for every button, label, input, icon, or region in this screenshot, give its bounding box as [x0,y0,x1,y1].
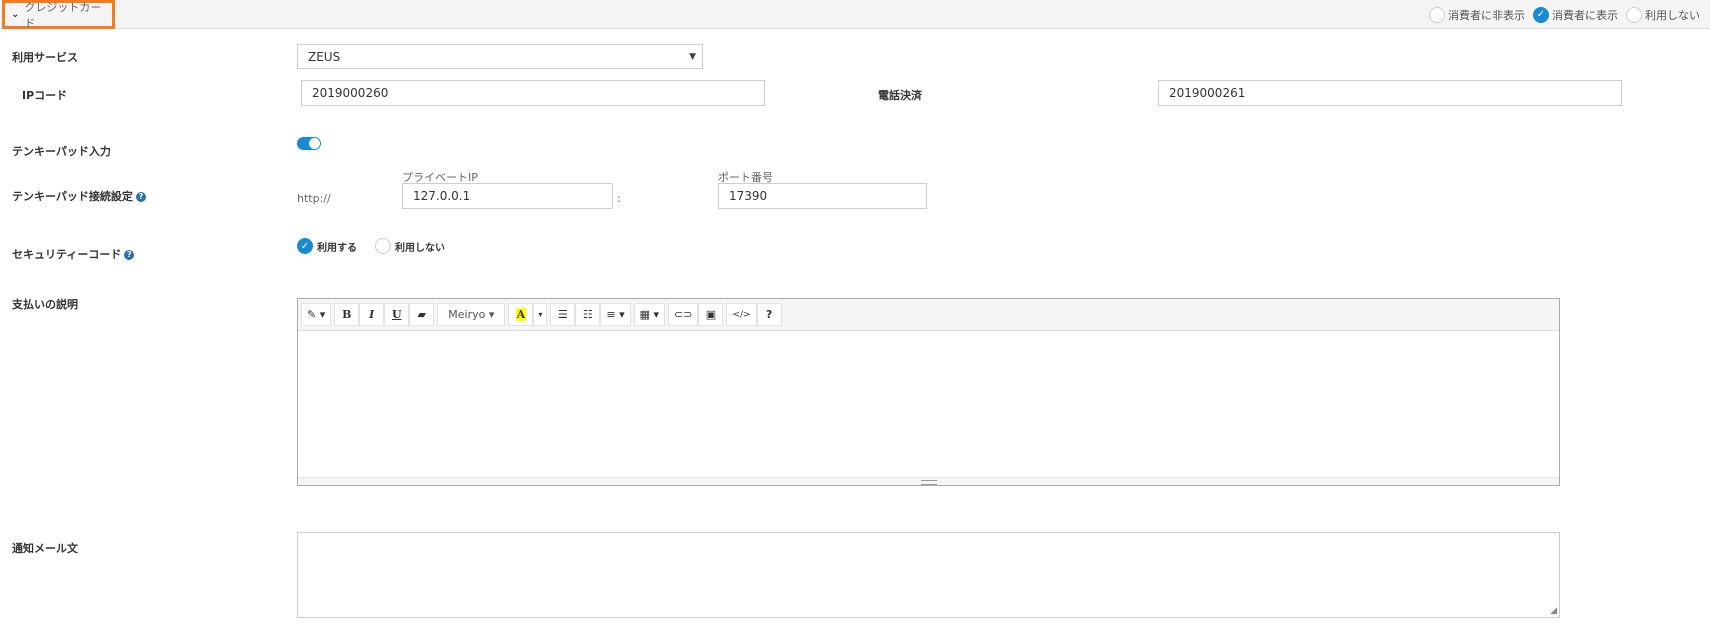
color-dropdown-caret[interactable]: ▾ [533,303,548,326]
ordered-list-icon[interactable]: ☷ [575,303,601,326]
label-text: テンキーパッド接続設定 [12,190,133,203]
help-icon[interactable]: ? [124,250,135,260]
editor-content-area[interactable] [298,331,1559,476]
unordered-list-icon[interactable]: ☰ [550,303,576,326]
tenkey-input-toggle[interactable] [297,137,321,150]
resize-grip-icon[interactable]: ◢ [1550,606,1557,616]
visibility-unused-option[interactable]: 利用しない [1626,6,1700,23]
style-magic-wand-icon[interactable]: ✎ ▾ [301,303,332,326]
security-use-option[interactable]: ✓ 利用する [297,238,357,254]
option-label: 利用しない [395,242,445,254]
visibility-radio-group: 消費者に非表示 ✓ 消費者に表示 利用しない [1425,0,1710,29]
option-label: 利用する [317,242,357,254]
eraser-icon[interactable]: ▰ [409,303,435,326]
tenkey-conn-label: テンキーパッド接続設定? [12,188,146,204]
chevron-down-icon: ⌄ [11,9,20,20]
protocol-prefix: http:// [297,192,331,205]
ip-code-label: IPコード [22,89,68,102]
radio-icon [1429,6,1445,23]
label-text: セキュリティーコード [12,248,122,261]
option-label: 利用しない [1645,8,1700,22]
rich-text-editor: ✎ ▾ B I U ▰ Meiryo ▾ A ▾ ☰ ☷ ≡ ▾ ▦ ▾ ⊂⊃ … [297,298,1560,486]
bold-button[interactable]: B [334,303,360,326]
font-family-dropdown[interactable]: Meiryo ▾ [437,303,506,326]
check-icon: ✓ [1533,6,1549,23]
visibility-hidden-option[interactable]: 消費者に非表示 [1429,6,1525,23]
table-icon[interactable]: ▦ ▾ [633,303,666,326]
service-value: ZEUS [308,49,341,64]
phone-input[interactable]: 2019000261 [1158,80,1622,106]
port-separator: : [617,192,621,205]
underline-button[interactable]: U [384,303,410,326]
dropdown-arrow-icon: ▼ [689,51,696,62]
service-select[interactable]: ZEUS ▼ [297,44,703,69]
security-code-label: セキュリティーコード? [12,246,135,262]
text-color-button[interactable]: A [508,303,534,326]
help-button[interactable]: ? [756,303,782,326]
option-label: 消費者に表示 [1552,8,1618,22]
tenkey-input-label: テンキーパッド入力 [12,145,111,158]
link-icon[interactable]: ⊂⊃ [668,303,699,326]
payment-desc-label: 支払いの説明 [12,298,78,311]
check-icon: ✓ [297,238,313,254]
visibility-shown-option[interactable]: ✓ 消費者に表示 [1533,6,1618,23]
phone-label: 電話決済 [878,89,922,102]
italic-button[interactable]: I [359,303,385,326]
radio-icon [1626,6,1642,23]
section-toggle[interactable]: ⌄ クレジットカード [2,0,115,30]
font-name: Meiryo [448,308,486,321]
option-label: 消費者に非表示 [1448,8,1525,22]
ip-code-input[interactable]: 2019000260 [301,80,765,106]
notify-mail-textarea[interactable]: ◢ [297,532,1560,618]
resize-handle[interactable] [298,477,1559,485]
port-input[interactable]: 17390 [718,183,927,209]
editor-toolbar: ✎ ▾ B I U ▰ Meiryo ▾ A ▾ ☰ ☷ ≡ ▾ ▦ ▾ ⊂⊃ … [298,299,1559,331]
image-icon[interactable]: ▣ [698,303,724,326]
service-label: 利用サービス [12,51,78,64]
paragraph-align-icon[interactable]: ≡ ▾ [600,303,631,326]
help-icon[interactable]: ? [135,192,146,202]
section-title: クレジットカード [24,0,102,30]
color-a-icon: A [515,308,527,321]
radio-icon [375,238,391,254]
private-ip-input[interactable]: 127.0.0.1 [402,183,613,209]
code-view-button[interactable]: </> [726,303,757,326]
security-unused-option[interactable]: 利用しない [375,238,445,254]
notify-mail-label: 通知メール文 [12,542,78,555]
